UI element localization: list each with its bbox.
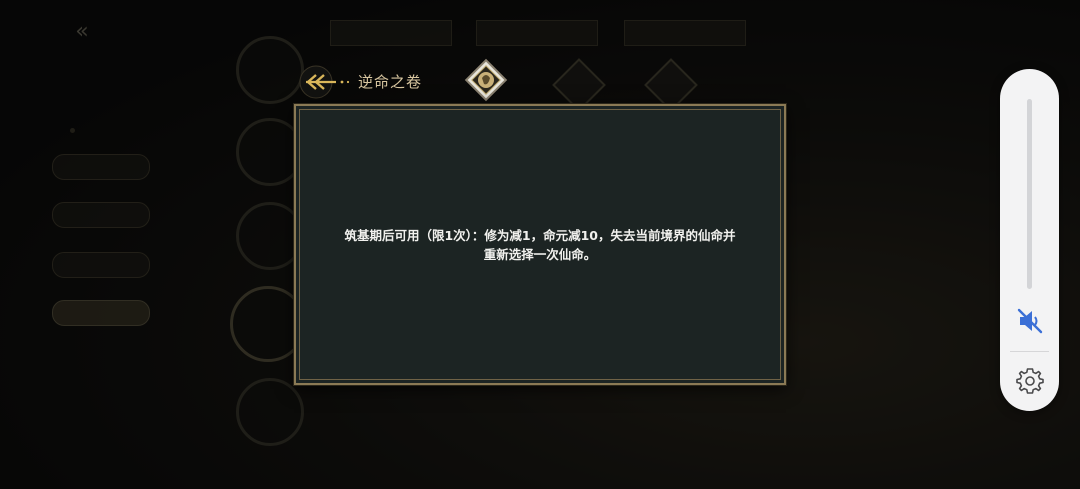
talisman-emblem-icon [462, 56, 510, 104]
arrow-back-icon[interactable] [296, 64, 354, 100]
description-dialog: 筑基期后可用（限1次）：修为减1，命元减10，失去当前境界的仙命并 重新选择一次… [294, 104, 786, 385]
dialog-description: 筑基期后可用（限1次）：修为减1，命元减10，失去当前境界的仙命并 重新选择一次… [316, 226, 764, 264]
volume-panel [1000, 69, 1059, 411]
scroll-title: 逆命之卷 [358, 73, 423, 91]
gear-icon[interactable] [1015, 366, 1045, 396]
volume-slider[interactable] [1027, 99, 1032, 289]
volume-divider [1010, 351, 1049, 352]
dialog-line-2: 重新选择一次仙命。 [483, 247, 597, 262]
volume-muted-icon[interactable] [1014, 305, 1046, 337]
dialog-line-1: 筑基期后可用（限1次）：修为减1，命元减10，失去当前境界的仙命并 [344, 228, 736, 243]
